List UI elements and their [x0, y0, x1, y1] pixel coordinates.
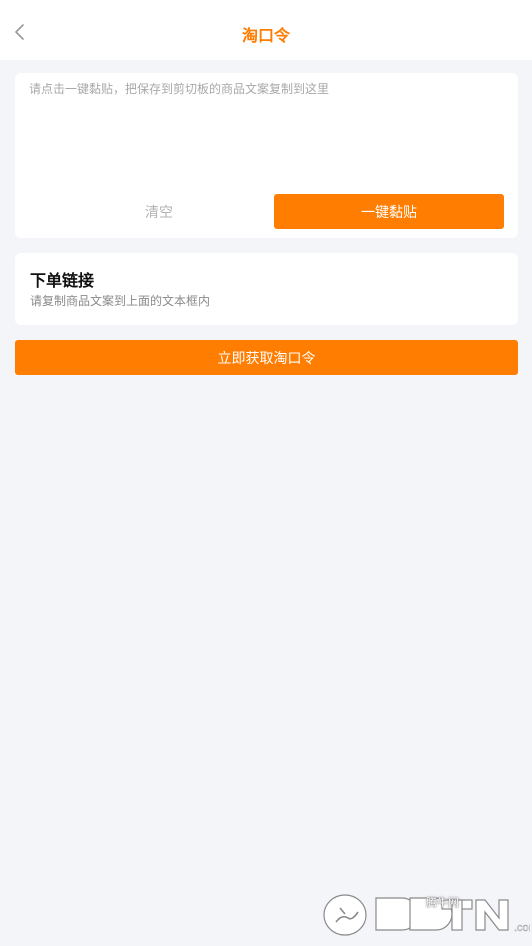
paste-card: 清空 一键黏贴: [15, 73, 518, 238]
watermark-site-name: 腾牛网: [426, 896, 459, 909]
get-taokouling-button[interactable]: 立即获取淘口令: [15, 340, 518, 375]
page-title: 淘口令: [241, 26, 290, 45]
product-text-input[interactable]: [29, 79, 505, 183]
watermark-logo: .com 腾牛网: [318, 886, 532, 944]
nav-bar: 淘口令: [0, 0, 532, 60]
svg-text:.com: .com: [514, 922, 530, 934]
one-click-paste-button[interactable]: 一键黏贴: [274, 194, 504, 229]
qqtn-logo: .com: [323, 894, 532, 936]
order-link-hint: 请复制商品文案到上面的文本框内: [30, 294, 211, 308]
page: 淘口令 清空 一键黏贴 下单链接 请复制商品文案到上面的文本框内 立即获取淘口令…: [0, 0, 532, 946]
order-link-title: 下单链接: [30, 271, 95, 290]
clear-button[interactable]: 清空: [29, 194, 289, 229]
order-link-card: 下单链接 请复制商品文案到上面的文本框内: [15, 253, 518, 325]
